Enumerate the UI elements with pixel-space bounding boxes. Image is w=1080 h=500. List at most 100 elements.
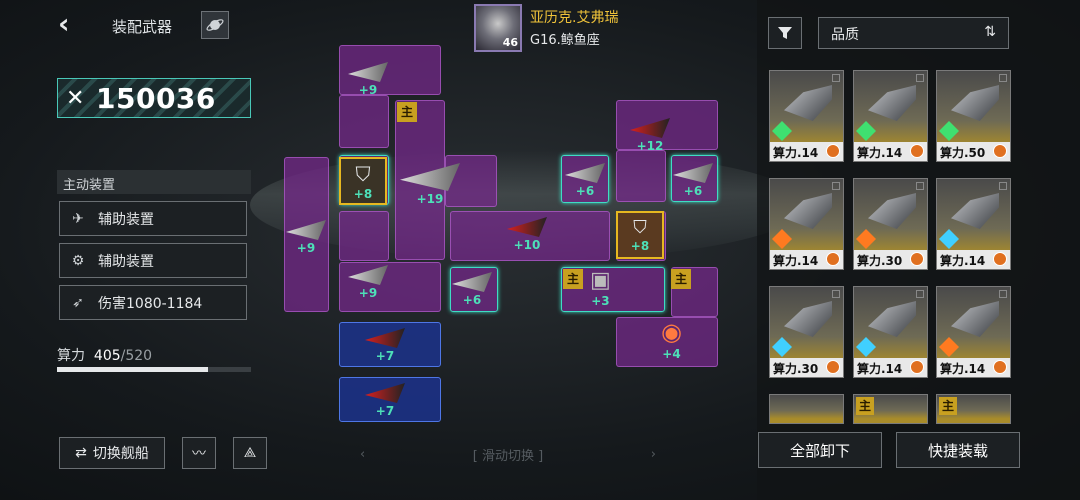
card-corner	[916, 74, 924, 82]
item-level: +6	[575, 184, 595, 198]
inventory-card[interactable]: 算力.14	[936, 178, 1011, 270]
section-title: 主动装置	[57, 170, 251, 194]
quick-equip-button[interactable]: 快捷装载	[896, 432, 1020, 468]
damage-icon: ➶	[72, 294, 84, 311]
sort-order-icon: ⇅	[984, 24, 996, 40]
item-level: +9	[358, 286, 378, 300]
card-corner	[999, 182, 1007, 190]
item-level: +6	[683, 184, 703, 198]
device-row-1[interactable]: ✈ 辅助装置	[59, 201, 247, 236]
weapon-icon	[868, 301, 916, 337]
inventory-card[interactable]: 算力.30	[769, 286, 844, 378]
inventory-card[interactable]	[769, 394, 844, 424]
pilot-name: 亚历克.艾弗瑞	[530, 10, 619, 26]
upgrade-icon	[993, 144, 1007, 158]
planet-button[interactable]	[201, 11, 229, 39]
back-button[interactable]: ‹	[58, 10, 84, 40]
drone-icon: ✈	[72, 210, 84, 227]
sort-label: 品质	[831, 27, 859, 43]
upgrade-icon	[910, 360, 924, 374]
weapon-item[interactable]: ⛉ +8	[616, 211, 664, 259]
equip-slot[interactable]	[339, 211, 389, 261]
upgrade-icon	[910, 252, 924, 266]
weapon-icon	[868, 85, 916, 121]
weapon-item[interactable]: +6	[673, 163, 713, 198]
switch-ship-button[interactable]: ⇄ 切换舰船	[59, 437, 165, 469]
fighter-icon	[452, 272, 492, 292]
weapon-icon	[784, 85, 832, 121]
inventory-card[interactable]: 算力.30	[853, 178, 928, 270]
element-icon	[939, 337, 959, 357]
weapon-item[interactable]: +7	[365, 383, 405, 418]
swipe-label: [ 滑动切换 ]	[472, 448, 544, 464]
weapon-icon	[784, 193, 832, 229]
combat-power-value: 150036	[96, 82, 216, 115]
ship-name: G16.鲸鱼座	[530, 33, 600, 48]
card-corner	[832, 182, 840, 190]
inventory-card[interactable]: 算力.50	[936, 70, 1011, 162]
inventory-card[interactable]: 算力.14	[853, 286, 928, 378]
weapon-item[interactable]: +10	[507, 217, 547, 252]
unequip-all-button[interactable]: 全部卸下	[758, 432, 882, 468]
element-icon	[772, 337, 792, 357]
page-title: 装配武器	[112, 18, 173, 36]
element-icon	[772, 229, 792, 249]
inventory-card[interactable]: 算力.14	[853, 70, 928, 162]
main-tag: 主	[939, 397, 957, 415]
fighter-icon	[286, 220, 326, 240]
card-corner	[832, 290, 840, 298]
item-level: +4	[662, 347, 681, 361]
main-tag: 主	[856, 397, 874, 415]
chevron-right-icon[interactable]: ›	[651, 447, 656, 462]
item-level: +7	[375, 349, 395, 363]
inventory-card[interactable]: 算力.14	[769, 178, 844, 270]
element-icon	[856, 337, 876, 357]
inventory-card[interactable]: 主	[936, 394, 1011, 424]
weapon-item[interactable]: +6	[452, 272, 492, 307]
reactor-icon: ◉	[661, 318, 682, 346]
weapon-item[interactable]: +9	[348, 265, 388, 300]
weapon-item[interactable]: ⛉ +8	[339, 157, 387, 205]
swap-icon: ⇄	[75, 445, 87, 461]
equip-slot[interactable]	[339, 95, 389, 148]
device-row-2[interactable]: ⚙ 辅助装置	[59, 243, 247, 278]
inventory-card[interactable]: 算力.14	[769, 70, 844, 162]
combat-power-panel: ✕ 150036	[57, 78, 251, 118]
main-tag: 主	[671, 269, 691, 289]
weapon-item[interactable]: +9	[286, 220, 326, 255]
weapon-item[interactable]: +19	[400, 163, 460, 206]
stats-button[interactable]: 〰	[182, 437, 216, 469]
bomber-icon	[365, 383, 405, 403]
main-tag: 主	[397, 102, 417, 122]
chevron-left-icon[interactable]: ‹	[360, 447, 365, 462]
pilot-level: 46	[502, 36, 518, 49]
card-corner	[999, 74, 1007, 82]
module-icon: ⛉	[633, 217, 647, 238]
card-corner	[916, 182, 924, 190]
pilot-avatar[interactable]: 46	[474, 4, 522, 52]
triangle-icon: ⟁	[243, 445, 257, 461]
capacity-bar-fill	[57, 367, 209, 372]
damage-row[interactable]: ➶ 伤害1080-1184	[59, 285, 247, 320]
device-row-label: 辅助装置	[98, 253, 154, 270]
formation-button[interactable]: ⟁	[233, 437, 267, 469]
filter-button[interactable]	[768, 17, 802, 49]
weapon-item[interactable]: +12	[630, 118, 670, 153]
equip-slot[interactable]	[616, 150, 666, 202]
swipe-hint: ‹ [ 滑动切换 ] ›	[360, 444, 656, 464]
fighter-icon	[348, 265, 388, 285]
item-level: +8	[630, 239, 650, 253]
inventory-card[interactable]: 算力.14	[936, 286, 1011, 378]
inventory-card[interactable]: 主	[853, 394, 928, 424]
item-level: +12	[636, 139, 664, 153]
turret-icon: ▣	[590, 268, 611, 293]
item-level: +3	[591, 294, 610, 308]
weapon-item[interactable]: +7	[365, 328, 405, 363]
weapon-item[interactable]: +9	[348, 62, 388, 97]
bomber-icon	[365, 328, 405, 348]
weapon-item[interactable]: ◉ +4	[661, 318, 682, 361]
weapon-item[interactable]: ▣ +3	[590, 268, 611, 308]
element-icon	[772, 121, 792, 141]
weapon-item[interactable]: +6	[565, 163, 605, 198]
sort-dropdown[interactable]: 品质 ⇅	[818, 17, 1009, 49]
